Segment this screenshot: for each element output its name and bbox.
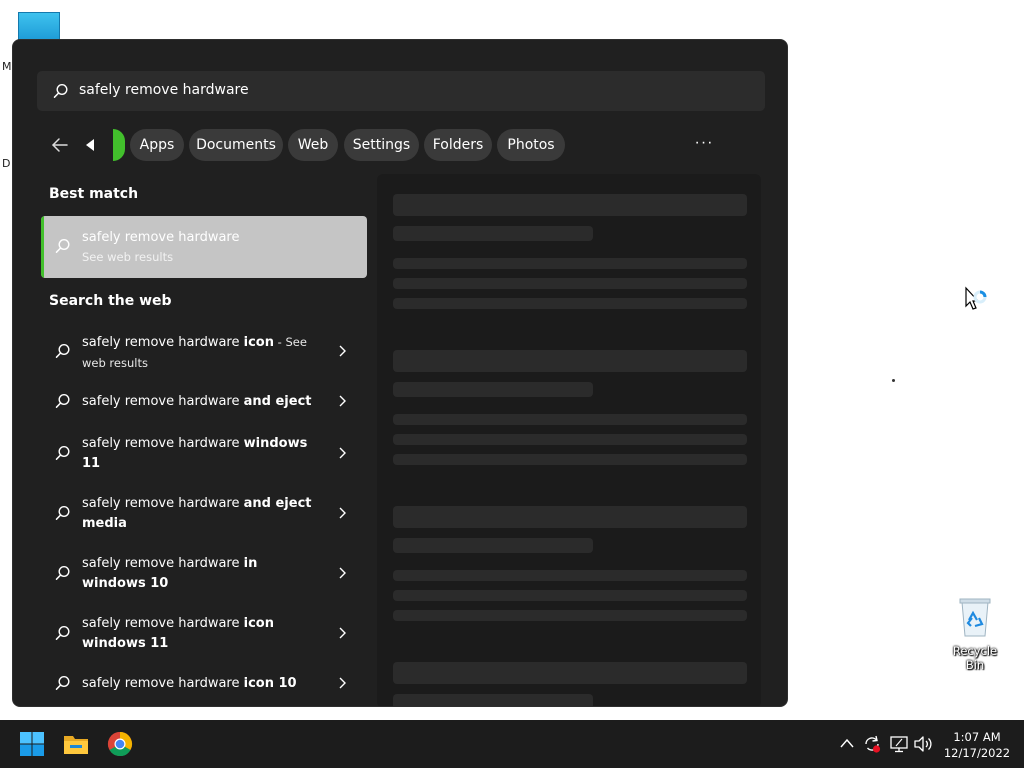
clock-time: 1:07 AM — [953, 730, 1001, 744]
skeleton-line — [393, 350, 747, 372]
skeleton-line — [393, 414, 747, 425]
chevron-up-icon[interactable] — [840, 738, 854, 748]
skeleton-line — [393, 570, 747, 581]
skeleton-line — [393, 506, 747, 528]
clock-date: 12/17/2022 — [943, 746, 1011, 760]
search-icon — [55, 565, 70, 580]
search-icon — [55, 343, 70, 358]
chrome-button[interactable] — [104, 728, 136, 760]
skeleton-line — [393, 226, 593, 241]
search-box[interactable]: safely remove hardware — [37, 71, 765, 111]
recycle-bin-icon — [959, 598, 991, 637]
chevron-right-icon — [339, 507, 346, 519]
web-result-text: safely remove hardware and eject media — [82, 496, 312, 531]
filter-documents[interactable]: Documents — [189, 129, 283, 161]
filter-settings[interactable]: Settings — [344, 129, 419, 161]
search-icon — [55, 505, 70, 520]
skeleton-line — [393, 382, 593, 397]
selection-accent — [41, 216, 44, 278]
skeleton-line — [393, 258, 747, 269]
start-button[interactable] — [16, 728, 48, 760]
search-icon — [53, 83, 68, 98]
filter-photos[interactable]: Photos — [497, 129, 565, 161]
system-clock[interactable]: 1:07 AM 12/17/2022 — [938, 729, 1016, 761]
web-result-item[interactable]: safely remove hardware windows 11 — [41, 432, 367, 476]
web-result-text: safely remove hardware in windows 10 — [82, 556, 258, 591]
search-icon — [55, 675, 70, 690]
best-match-title: safely remove hardware — [82, 230, 240, 245]
web-result-text: safely remove hardware icon - See web re… — [82, 335, 307, 370]
busy-cursor-icon — [964, 286, 990, 323]
skeleton-line — [393, 278, 747, 289]
skeleton-line — [393, 694, 593, 706]
web-result-text: safely remove hardware and eject — [82, 394, 312, 409]
desktop-shortcut-icon[interactable] — [18, 12, 60, 42]
network-icon[interactable] — [889, 734, 909, 754]
scroll-left-icon[interactable] — [85, 138, 95, 152]
filter-web[interactable]: Web — [288, 129, 338, 161]
chevron-right-icon — [339, 627, 346, 639]
search-icon — [55, 625, 70, 640]
folder-icon — [64, 736, 88, 754]
search-icon — [55, 238, 70, 253]
chevron-right-icon — [339, 345, 346, 357]
skeleton-line — [393, 538, 593, 553]
back-arrow-icon[interactable] — [51, 136, 69, 154]
web-result-item[interactable]: safely remove hardware in windows 10 — [41, 552, 367, 596]
filter-bar: Apps Documents Web Settings Folders Phot… — [13, 128, 787, 162]
skeleton-line — [393, 590, 747, 601]
filter-scroll-indicator — [113, 129, 125, 161]
skeleton-line — [393, 298, 747, 309]
more-options-button[interactable]: ··· — [693, 129, 715, 161]
chevron-right-icon — [339, 567, 346, 579]
skeleton-line — [393, 194, 747, 216]
file-explorer-button[interactable] — [60, 728, 92, 760]
search-web-heading: Search the web — [49, 293, 172, 309]
chevron-right-icon — [339, 677, 346, 689]
skeleton-line — [393, 454, 747, 465]
windows-logo-icon — [20, 732, 44, 756]
chevron-right-icon — [339, 395, 346, 407]
skeleton-line — [393, 662, 747, 684]
chevron-right-icon — [339, 447, 346, 459]
search-icon — [55, 445, 70, 460]
web-result-item[interactable]: safely remove hardware and eject — [41, 390, 367, 414]
desktop-shortcut-label: M — [2, 60, 12, 73]
web-result-item[interactable]: safely remove hardware icon 10 — [41, 672, 367, 696]
recycle-bin[interactable]: Recycle Bin — [942, 596, 1008, 672]
filter-apps[interactable]: Apps — [130, 129, 184, 161]
sync-alert-icon[interactable] — [862, 734, 882, 754]
best-match-item[interactable]: safely remove hardware See web results — [41, 216, 367, 278]
search-icon — [55, 393, 70, 408]
volume-icon[interactable] — [913, 734, 933, 754]
web-result-text: safely remove hardware icon windows 11 — [82, 616, 274, 651]
search-flyout: safely remove hardware Apps Documents We… — [12, 39, 788, 707]
skeleton-line — [393, 610, 747, 621]
best-match-heading: Best match — [49, 186, 139, 202]
recycle-bin-label: Recycle Bin — [952, 644, 998, 672]
search-input[interactable]: safely remove hardware — [79, 82, 249, 98]
web-result-item[interactable]: safely remove hardware icon - See web re… — [41, 330, 367, 374]
web-result-item[interactable]: safely remove hardware icon windows 11 — [41, 612, 367, 656]
taskbar: 1:07 AM 12/17/2022 — [0, 720, 1024, 768]
web-result-item[interactable]: safely remove hardware and eject media — [41, 492, 367, 536]
web-result-text: safely remove hardware icon 10 — [82, 676, 297, 691]
web-result-text: safely remove hardware windows 11 — [82, 436, 308, 471]
chrome-icon — [107, 732, 133, 757]
skeleton-line — [393, 434, 747, 445]
preview-pane-loading — [377, 174, 761, 706]
desktop-shortcut-label: D — [2, 157, 11, 170]
desktop-dot — [892, 379, 895, 382]
best-match-subtitle: See web results — [82, 250, 174, 264]
filter-folders[interactable]: Folders — [424, 129, 492, 161]
